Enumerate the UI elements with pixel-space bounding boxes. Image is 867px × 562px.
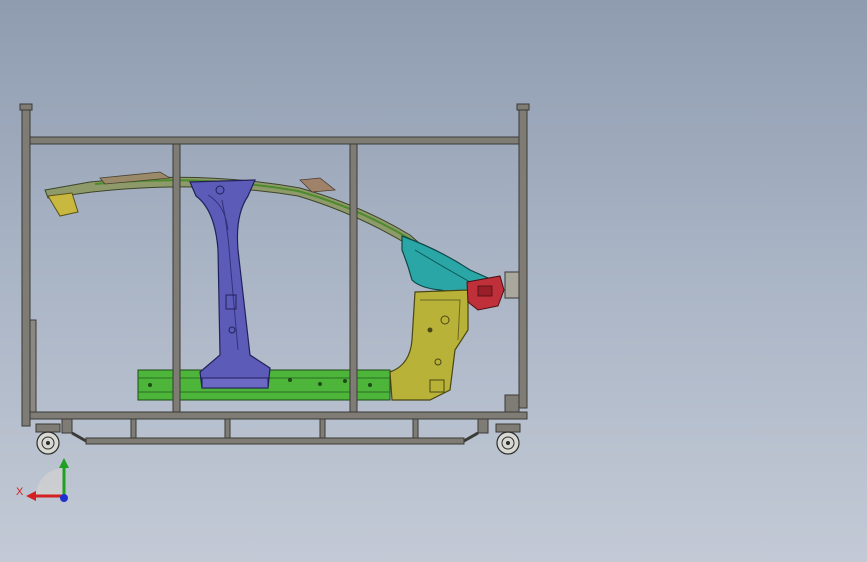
cart-base-rail — [85, 437, 465, 445]
b-pillar-part[interactable] — [189, 179, 271, 389]
cart-strut-4 — [412, 418, 419, 439]
caster-right[interactable] — [495, 423, 521, 455]
frame-post-left — [21, 107, 31, 427]
triad-plane — [36, 468, 64, 496]
triad-y-arrow — [59, 458, 69, 468]
cart-bracket-right — [477, 418, 489, 434]
reference-triad — [26, 458, 69, 502]
fixture-model[interactable] — [0, 0, 867, 562]
cart-bracket-left — [61, 418, 73, 434]
frame-post-mid-2 — [349, 143, 358, 413]
frame-left-brace — [29, 319, 37, 413]
frame-bottom-bar — [29, 411, 528, 420]
triad-x-label: X — [16, 486, 24, 498]
frame-lower-clamp — [504, 394, 520, 413]
cad-graphics-viewport[interactable]: X — [0, 0, 867, 562]
cart-strut-2 — [224, 418, 231, 439]
frame-side-clamp — [504, 271, 520, 299]
hinge-bracket-part[interactable] — [466, 275, 505, 311]
front-pillar-part[interactable] — [389, 289, 469, 401]
triad-x-arrow — [26, 491, 36, 501]
frame-post-mid-1 — [172, 143, 181, 413]
frame-top-bar — [29, 136, 520, 145]
triad-z-axis — [60, 494, 68, 502]
cart-strut-3 — [319, 418, 326, 439]
cart-strut-1 — [130, 418, 137, 439]
frame-post-right-cap — [516, 103, 530, 111]
frame-post-left-cap — [19, 103, 33, 111]
frame-post-right — [518, 107, 528, 409]
caster-left[interactable] — [35, 423, 61, 455]
